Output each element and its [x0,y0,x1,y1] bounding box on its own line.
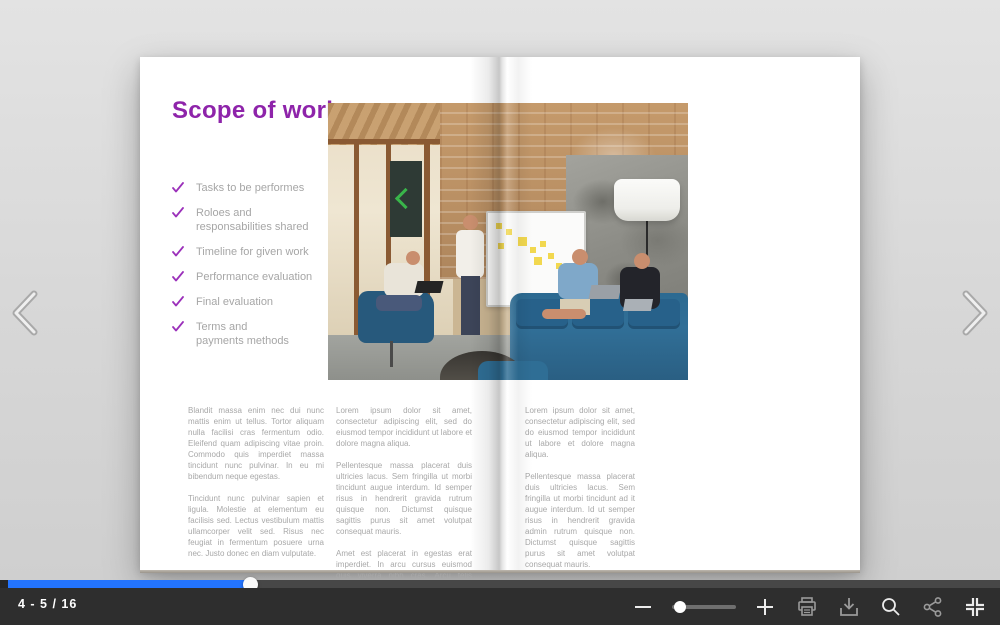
body-paragraph: Lorem ipsum dolor sit amet, consectetur … [336,405,472,449]
photo-presenter [456,230,484,278]
toolbar-tools [628,588,990,625]
photo-sticky-note [496,223,502,229]
body-column-2: Lorem ipsum dolor sit amet, consectetur … [336,405,472,603]
body-column-1: Blandit massa enim nec dui nunc mattis e… [188,405,324,570]
check-icon [172,246,184,257]
spread-photo [328,103,688,380]
photo-presenter-head [463,215,478,230]
photo-laptop [415,281,444,293]
photo-seated-man-legs [376,295,422,311]
viewer-toolbar: 4 - 5 / 16 [0,588,1000,625]
checklist-item-label: Tasks to be performes [196,181,304,195]
photo-window-frame [328,139,453,144]
chevron-left-icon [6,288,46,338]
photo-sticky-note [498,243,504,249]
photo-chalkboard [390,161,422,237]
photo-presenter-legs [461,276,480,338]
photo-sticky-note [534,257,542,265]
check-icon [172,271,184,282]
checklist-item-label: Performance evaluation [196,270,312,284]
body-column-3: Lorem ipsum dolor sit amet, consectetur … [525,405,635,581]
zoom-out-button[interactable] [628,592,658,622]
download-button[interactable] [834,592,864,622]
checklist-item-label: Terms and payments methods [196,320,289,348]
check-icon [172,296,184,307]
photo-pouf [478,361,548,380]
body-paragraph: Pellentesque massa placerat duis ultrici… [525,471,635,570]
fullscreen-exit-button[interactable] [960,592,990,622]
photo-sticky-note [530,247,536,253]
checklist-item-label: Timeline for given work [196,245,309,259]
page-indicator: 4 - 5 / 16 [18,597,77,611]
print-button[interactable] [792,592,822,622]
check-icon [172,207,184,218]
progress-fill [8,580,250,588]
photo-sticky-note [548,253,554,259]
next-page-button[interactable] [952,288,996,338]
chevron-right-icon [954,288,994,338]
zoom-slider[interactable] [672,605,736,609]
photo-laptop [623,299,653,311]
page-title: Scope of work [172,97,340,125]
printer-icon [795,595,819,619]
photo-sofa-man-1-legs [542,309,586,319]
checklist-item-label: Final evaluation [196,295,273,309]
zoom-in-button[interactable] [750,592,780,622]
plus-icon [754,596,776,618]
checklist-item-label: Roloes and responsabilities shared [196,206,309,234]
body-paragraph: Pellentesque massa placerat duis ultrici… [336,460,472,537]
minus-icon [632,596,654,618]
book-spread: Scope of work Tasks to be performes Roloe… [140,57,860,570]
photo-laptop [589,285,622,299]
check-icon [172,182,184,193]
reading-progress-bar[interactable] [0,580,1000,588]
check-icon [172,321,184,332]
share-button[interactable] [918,592,948,622]
viewer-stage: Scope of work Tasks to be performes Roloe… [0,0,1000,580]
previous-page-button[interactable] [4,288,48,338]
body-paragraph: Lorem ipsum dolor sit amet, consectetur … [525,405,635,460]
body-paragraph: Blandit massa enim nec dui nunc mattis e… [188,405,324,482]
download-icon [837,595,861,619]
search-button[interactable] [876,592,906,622]
photo-sticky-note [540,241,546,247]
photo-sofa-man-2-head [634,253,650,269]
photo-sofa-man-1-head [572,249,588,265]
photo-chair-base [390,341,393,367]
photo-sticky-note [506,229,512,235]
page-stack-edge [140,570,860,573]
body-paragraph: Tincidunt nunc pulvinar sapien et ligula… [188,493,324,559]
search-icon [879,595,903,619]
fullscreen-exit-icon [963,595,987,619]
photo-seated-man-head [406,251,420,265]
photo-sticky-note [518,237,527,246]
share-icon [921,595,945,619]
zoom-slider-handle[interactable] [674,601,686,613]
photo-lamp-shade [614,179,680,221]
progress-notch [0,580,8,588]
